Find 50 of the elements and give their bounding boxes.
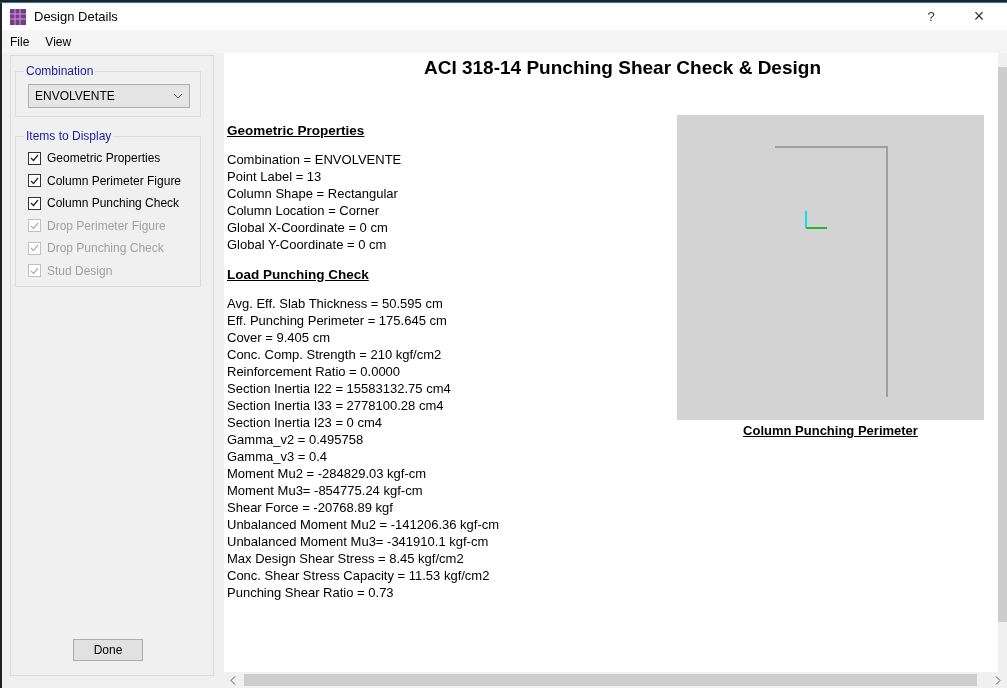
report-line: Eff. Punching Perimeter = 175.645 cm [227, 313, 447, 328]
report-line: Section Inertia I22 = 15583132.75 cm4 [227, 381, 451, 396]
report-line: Combination = ENVOLVENTE [227, 152, 402, 167]
report-line: Cover = 9.405 cm [227, 330, 330, 345]
report-line: Point Label = 13 [227, 169, 322, 184]
report-line: Global X-Coordinate = 0 cm [227, 220, 388, 235]
report-line: Conc. Comp. Strength = 210 kgf/cm2 [227, 347, 442, 362]
report-line: Section Inertia I33 = 2778100.28 cm4 [227, 398, 444, 413]
report-line: Gamma_v3 = 0.4 [227, 449, 328, 464]
report-line: Column Location = Corner [227, 203, 380, 218]
combination-dropdown[interactable]: ENVOLVENTE [28, 84, 190, 108]
report-line: Punching Shear Ratio = 0.73 [227, 585, 394, 600]
report-line: Unbalanced Moment Mu3= -341910.1 kgf-cm [227, 534, 489, 549]
vertical-scrollbar[interactable] [998, 53, 1007, 672]
menu-item[interactable]: View [45, 34, 72, 49]
report-line: Unbalanced Moment Mu2 = -141206.36 kgf-cm [227, 517, 500, 532]
items-group: Items to Display Geometric Properties Column Perimeter Figure Column Punching Check Drop Perimeter Figure Drop Punching Check Stud Design [15, 129, 201, 287]
section-heading: Load Punching Check [227, 267, 369, 282]
section-heading: Geometric Properties [227, 123, 365, 138]
checkbox-label: Geometric Properties [47, 151, 161, 165]
done-button[interactable]: Done [73, 639, 143, 661]
report-title: ACI 318-14 Punching Shear Check & Design [423, 57, 822, 79]
close-button[interactable]: × [959, 6, 999, 27]
checkbox-label: Column Punching Check [47, 196, 180, 210]
checkbox[interactable] [28, 196, 41, 210]
help-button[interactable]: ? [911, 9, 951, 24]
report-line: Shear Force = -20768.89 kgf [227, 500, 393, 515]
checkbox[interactable] [28, 174, 41, 187]
checkbox-label: Drop Punching Check [47, 241, 164, 255]
report-line: Max Design Shear Stress = 8.45 kgf/cm2 [227, 551, 464, 566]
checkbox[interactable] [28, 151, 41, 165]
app-icon [10, 8, 26, 25]
report-line: Section Inertia I23 = 0 cm4 [227, 415, 382, 430]
report-line: Conc. Shear Stress Capacity = 11.53 kgf/cm2 [227, 568, 490, 583]
report-line: Moment Mu2 = -284829.03 kgf-cm [227, 466, 427, 481]
report-line: Moment Mu3= -854775.24 kgf-cm [227, 483, 423, 498]
report-line: Gamma_v2 = 0.495758 [227, 432, 364, 447]
report-line: Avg. Eff. Slab Thickness = 50.595 cm [227, 296, 443, 311]
report-line: Reinforcement Ratio = 0.0000 [227, 364, 401, 379]
checkbox-label: Column Perimeter Figure [47, 173, 182, 188]
caret-icon [173, 93, 183, 99]
menu-item[interactable]: File [10, 34, 30, 49]
report-line: Global Y-Coordinate = 0 cm [227, 237, 387, 252]
figure-caption: Column Punching Perimeter [743, 423, 918, 438]
combination-group: Combination ENVOLVENTE [15, 64, 201, 117]
checkbox-label: Drop Perimeter Figure [47, 218, 166, 233]
report-line: Column Shape = Rectangular [227, 186, 398, 201]
horizontal-scrollbar[interactable] [224, 672, 1007, 688]
window-title: Design Details [34, 9, 119, 24]
checkbox-label: Stud Design [47, 263, 113, 278]
